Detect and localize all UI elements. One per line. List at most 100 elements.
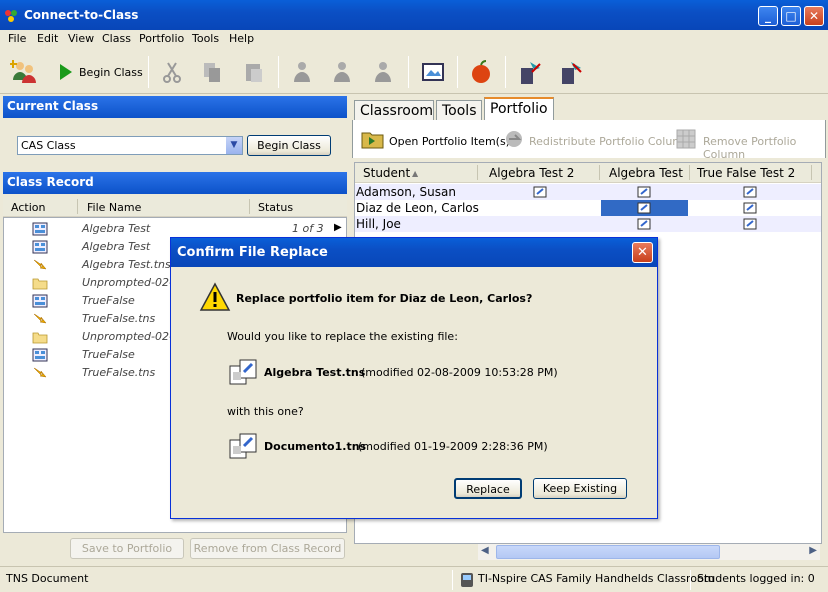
students-logged-in: Students logged in: 0	[697, 572, 815, 585]
save-to-portfolio-button[interactable]: Save to Portfolio	[70, 538, 184, 559]
collect-from-class-icon[interactable]	[557, 58, 585, 86]
column-student[interactable]: Student	[363, 166, 410, 180]
portfolio-file-icon[interactable]	[637, 202, 651, 214]
send-to-class-icon[interactable]	[516, 58, 544, 86]
warning-icon	[199, 282, 231, 311]
new-file-name: Documento1.tns	[264, 440, 367, 453]
scroll-left-icon[interactable]: ◀	[481, 545, 489, 556]
remove-from-class-record-button[interactable]: Remove from Class Record	[190, 538, 345, 559]
column-divider	[811, 165, 812, 180]
menu-portfolio[interactable]: Portfolio	[139, 32, 184, 45]
portfolio-file-icon[interactable]	[743, 202, 757, 214]
dialog-heading: Replace portfolio item for Diaz de Leon,…	[236, 292, 533, 305]
portfolio-columns: Student ▲ Algebra Test 2 Algebra Test Tr…	[355, 163, 821, 183]
tab-strip: Classroom Tools Portfolio	[352, 96, 826, 121]
portfolio-file-icon[interactable]	[743, 186, 757, 198]
existing-file-name: Algebra Test.tns	[264, 366, 366, 379]
keep-existing-button[interactable]: Keep Existing	[533, 478, 627, 499]
open-folder-icon[interactable]	[361, 129, 385, 149]
column-algebra-test[interactable]: Algebra Test	[609, 166, 683, 180]
document-icon	[32, 222, 48, 236]
menu-edit[interactable]: Edit	[37, 32, 58, 45]
student-name: Diaz de Leon, Carlos	[356, 201, 479, 215]
folder-icon	[32, 278, 48, 290]
column-divider	[477, 165, 478, 180]
column-algebra-test-2[interactable]: Algebra Test 2	[489, 166, 574, 180]
new-file-modified: (modified 01-19-2009 2:28:36 PM)	[358, 440, 548, 453]
column-divider	[249, 199, 250, 214]
cut-icon[interactable]	[158, 58, 186, 86]
dialog-close-button[interactable]: ✕	[632, 242, 653, 263]
class-select[interactable]: CAS Class ▼	[17, 136, 243, 155]
replace-button[interactable]: Replace	[454, 478, 522, 499]
redistribute-icon[interactable]	[503, 129, 525, 149]
play-icon[interactable]	[52, 58, 80, 86]
status-left-text: TNS Document	[6, 572, 89, 585]
student-group-icon[interactable]	[328, 58, 356, 86]
column-action[interactable]: Action	[11, 201, 45, 214]
scroll-right-icon[interactable]: ▶	[809, 545, 817, 556]
toolbar-separator	[505, 56, 506, 88]
sort-asc-icon: ▲	[412, 169, 419, 178]
chevron-right-icon[interactable]: ▶	[334, 222, 342, 233]
open-portfolio-items-button[interactable]: Open Portfolio Item(s)	[389, 135, 510, 148]
table-row[interactable]: Hill, Joe	[355, 216, 821, 232]
file-name: Algebra Test	[82, 222, 151, 235]
network-status: TI-Nspire CAS Family Handhelds Classroom	[478, 572, 715, 585]
class-record-columns: Action File Name Status	[3, 197, 347, 217]
menu-view[interactable]: View	[68, 32, 94, 45]
document-icon	[32, 294, 48, 308]
begin-class-button[interactable]: Begin Class	[247, 135, 331, 156]
tab-portfolio[interactable]: Portfolio	[484, 97, 554, 121]
document-icon	[32, 348, 48, 362]
minimize-button[interactable]: _	[758, 6, 778, 26]
file-name: TrueFalse.tns	[82, 366, 156, 379]
close-window-button[interactable]: ✕	[804, 6, 824, 26]
chevron-down-icon[interactable]: ▼	[226, 137, 242, 154]
file-name: Algebra Test.tns	[82, 258, 171, 271]
status-bar: TNS Document TI-Nspire CAS Family Handhe…	[0, 566, 828, 592]
screen-capture-icon[interactable]	[419, 58, 447, 86]
tab-tools[interactable]: Tools	[436, 100, 482, 120]
student-remove-icon[interactable]	[369, 58, 397, 86]
apple-icon[interactable]	[467, 58, 495, 86]
status-divider	[452, 570, 453, 590]
menu-bar: File Edit View Class Portfolio Tools Hel…	[0, 30, 828, 49]
remove-portfolio-column-button[interactable]: Remove Portfolio Column	[703, 135, 825, 161]
column-divider	[599, 165, 600, 180]
student-icon[interactable]	[288, 58, 316, 86]
maximize-button[interactable]: □	[781, 6, 801, 26]
menu-help[interactable]: Help	[229, 32, 254, 45]
column-divider	[689, 165, 690, 180]
tab-classroom[interactable]: Classroom	[354, 100, 434, 120]
toolbar-separator	[148, 56, 149, 88]
portfolio-file-icon[interactable]	[533, 186, 547, 198]
class-record-header: Class Record	[3, 172, 347, 194]
horizontal-scrollbar[interactable]: ◀ ▶	[478, 544, 820, 560]
redistribute-portfolio-column-button[interactable]: Redistribute Portfolio Column	[529, 135, 690, 148]
menu-file[interactable]: File	[8, 32, 26, 45]
app-window: Connect-to-Class _ □ ✕ File Edit View Cl…	[0, 0, 828, 592]
dialog-question: Would you like to replace the existing f…	[227, 330, 458, 343]
remove-column-icon[interactable]	[675, 128, 697, 150]
list-item[interactable]: Algebra Test 1 of 3 ▶	[4, 220, 346, 238]
portfolio-file-icon[interactable]	[743, 218, 757, 230]
copy-icon[interactable]	[198, 58, 226, 86]
menu-class[interactable]: Class	[102, 32, 131, 45]
table-row[interactable]: Diaz de Leon, Carlos	[355, 200, 821, 216]
column-true-false-test-2[interactable]: True False Test 2	[697, 166, 795, 180]
begin-class-toolbar-button[interactable]: Begin Class	[79, 66, 143, 79]
paste-icon[interactable]	[240, 58, 268, 86]
column-file-name[interactable]: File Name	[87, 201, 141, 214]
portfolio-file-icon[interactable]	[637, 186, 651, 198]
portfolio-file-icon[interactable]	[637, 218, 651, 230]
file-name: Unprompted-02-	[82, 330, 173, 343]
toolbar-separator	[278, 56, 279, 88]
arrow-icon	[33, 313, 47, 324]
column-status[interactable]: Status	[258, 201, 293, 214]
menu-tools[interactable]: Tools	[192, 32, 219, 45]
table-row[interactable]: Adamson, Susan	[355, 184, 821, 200]
scroll-thumb[interactable]	[496, 545, 720, 559]
window-title: Connect-to-Class	[24, 8, 139, 22]
add-students-icon[interactable]	[10, 58, 38, 86]
